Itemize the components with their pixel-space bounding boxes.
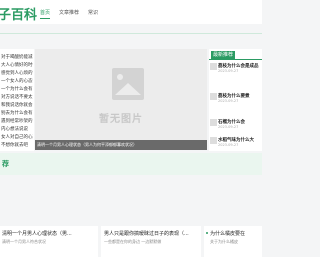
sidebar-item[interactable]: 不想你就去吧 (1, 142, 33, 148)
image-placeholder-icon (112, 68, 144, 100)
latest-item-date: 2023-09-27 (218, 69, 239, 73)
thumbnail[interactable] (210, 93, 217, 100)
article-card[interactable]: 为什么橘皮要在 关于为什么橘皮 (204, 226, 262, 257)
sidebar-item[interactable]: 女人对自己的心态 (1, 134, 33, 140)
sidebar-item[interactable]: 和我说话你就会 (1, 102, 33, 108)
latest-item-date: 2023-09-27 (218, 125, 239, 129)
sidebar-item[interactable]: 内心想法说说 (1, 126, 33, 132)
sidebar-item[interactable]: 一个为什么会有 (1, 86, 33, 92)
card-desc: 一些都是在你的身边 一边默默做 (104, 239, 162, 244)
sidebar-item[interactable]: 一个女人的心态让 (1, 78, 33, 84)
card-title[interactable]: 清明一个月男人心理状态（男... (2, 230, 96, 237)
site-logo[interactable]: 子百科 (0, 4, 37, 23)
sidebar-item[interactable]: 感觉到人心烦的说说 (1, 70, 33, 76)
nav-articles[interactable]: 文章推荐 (59, 9, 79, 16)
thumbnail[interactable] (210, 63, 217, 70)
recommend-section-header: 荐 (0, 153, 262, 175)
nav-active-underline (40, 18, 50, 19)
card-title[interactable]: 男人只是跟你搞暧昧过日子的表现（... (104, 230, 199, 237)
no-image-label: 暂无图片 (99, 114, 143, 125)
nav-home[interactable]: 首页 (40, 9, 50, 16)
sidebar-item[interactable]: 对方说话不要太 (1, 94, 33, 100)
sidebar-item[interactable]: 对于喝酸奶能减 (1, 54, 33, 60)
article-card[interactable]: 男人只是跟你搞暧昧过日子的表现（... 一些都是在你的身边 一边默默做 (101, 226, 201, 257)
thumbnail[interactable] (210, 119, 217, 126)
bullet-icon (206, 232, 208, 234)
divider (0, 33, 262, 34)
card-title[interactable]: 为什么橘皮要在 (210, 230, 262, 237)
top-header: 子百科 首页 文章推荐 常识 (0, 0, 262, 24)
card-desc: 关于为什么橘皮 (210, 239, 238, 244)
sidebar-item[interactable]: 遇到经常吵架的 (1, 118, 33, 124)
card-desc: 清明一个月男人符合状况 (2, 239, 46, 244)
sidebar-list: 对于喝酸奶能减 大人心情好的时候 感觉到人心烦的说说 一个女人的心态让 一个为什… (0, 49, 34, 151)
sidebar-item[interactable]: 大人心情好的时候 (1, 62, 33, 68)
hero-banner[interactable]: 暂无图片 清明一个月男人心理状态（男人为何平添郁郁寡欢状况） (35, 49, 207, 150)
article-card[interactable]: 清明一个月男人心理状态（男... 清明一个月男人符合状况 (0, 226, 98, 257)
latest-tag: 最新推荐 (211, 51, 236, 59)
latest-item-date: 2023-09-27 (218, 143, 239, 147)
latest-panel: 最新推荐 荔枝为什么会是成品 2023-09-27 荔枝为什么要煮 2023-0… (209, 49, 262, 151)
latest-header: 最新推荐 (209, 51, 262, 60)
nav-knowledge[interactable]: 常识 (88, 9, 98, 16)
banner-caption[interactable]: 清明一个月男人心理状态（男人为何平添郁郁寡欢状况） (35, 140, 207, 150)
thumbnail[interactable] (210, 137, 217, 144)
section-title: 荐 (2, 160, 9, 168)
latest-item-date: 2023-09-27 (218, 99, 239, 103)
sidebar-item[interactable]: 别去为什么会有 (1, 110, 33, 116)
